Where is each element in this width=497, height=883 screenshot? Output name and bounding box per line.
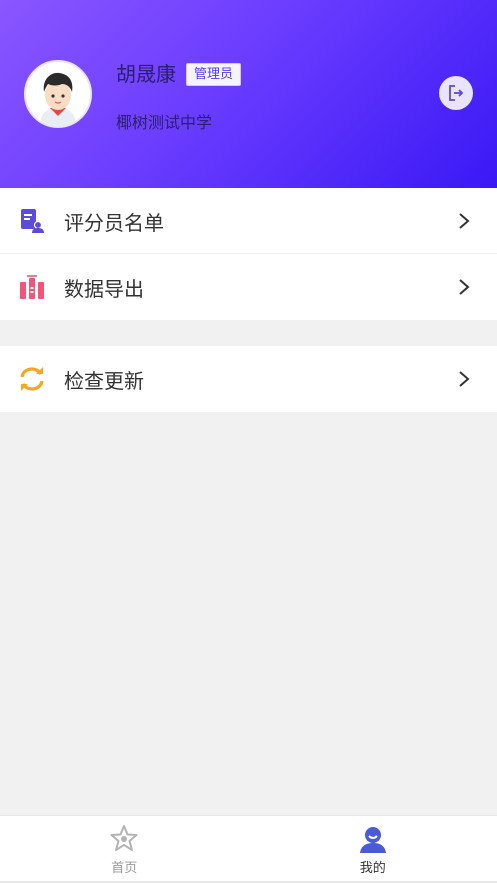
school-name: 椰树测试中学 bbox=[116, 113, 213, 132]
tab-mine[interactable]: 我的 bbox=[249, 816, 497, 883]
menu-group-primary: 评分员名单 数据导出 bbox=[0, 188, 497, 320]
logout-icon bbox=[449, 85, 464, 101]
grader-list-icon bbox=[18, 207, 46, 235]
menu-label-check-update: 检查更新 bbox=[64, 368, 144, 393]
data-export-icon bbox=[18, 273, 46, 301]
chevron-right-icon bbox=[459, 279, 470, 295]
role-badge: 管理员 bbox=[186, 63, 242, 86]
menu-label-data-export: 数据导出 bbox=[64, 276, 144, 301]
profile-icon bbox=[359, 827, 386, 853]
tab-label-mine: 我的 bbox=[359, 861, 386, 876]
home-star-icon bbox=[110, 825, 138, 851]
menu-item-grader-list[interactable]: 评分员名单 bbox=[0, 188, 497, 254]
menu-label-grader-list: 评分员名单 bbox=[64, 210, 164, 235]
avatar[interactable] bbox=[24, 60, 92, 128]
menu-item-data-export[interactable]: 数据导出 bbox=[0, 254, 497, 320]
tab-label-home: 首页 bbox=[111, 861, 138, 876]
user-name: 胡晟康 bbox=[116, 62, 176, 86]
chevron-right-icon bbox=[459, 371, 470, 387]
menu-group-secondary: 检查更新 bbox=[0, 346, 497, 412]
menu-item-check-update[interactable]: 检查更新 bbox=[0, 346, 497, 412]
tab-home[interactable]: 首页 bbox=[0, 816, 249, 883]
logout-button[interactable] bbox=[439, 76, 473, 110]
profile-header: 胡晟康 管理员 椰树测试中学 bbox=[0, 0, 497, 188]
refresh-icon bbox=[18, 365, 46, 393]
chevron-right-icon bbox=[459, 213, 470, 229]
avatar-boy-icon bbox=[26, 62, 90, 126]
bottom-tab-bar: 首页 我的 bbox=[0, 815, 497, 883]
